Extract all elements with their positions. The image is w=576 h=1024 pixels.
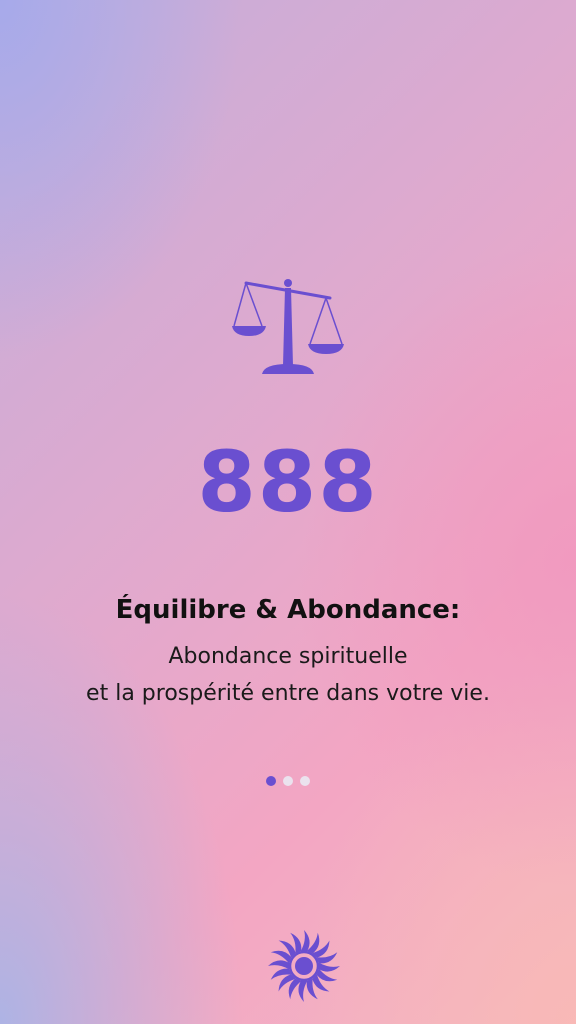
page-dot-1[interactable]	[266, 776, 276, 786]
sun-icon	[268, 930, 340, 1002]
page-dot-2[interactable]	[283, 776, 293, 786]
sun-ray	[319, 962, 340, 972]
sun-ray	[300, 930, 310, 951]
sun-ray	[268, 960, 289, 970]
angel-number: 888	[197, 433, 379, 531]
sun-ray	[298, 981, 308, 1002]
meaning-title: Équilibre & Abondance:	[115, 595, 461, 625]
onboarding-screen: 888 Équilibre & Abondance: Abondance spi…	[0, 0, 576, 1024]
page-dot-3[interactable]	[300, 776, 310, 786]
meaning-line-2: et la prospérité entre dans votre vie.	[86, 681, 490, 706]
meaning-line-1: Abondance spirituelle	[168, 644, 408, 669]
page-indicator	[0, 776, 576, 786]
balance-scale-icon	[232, 279, 344, 374]
